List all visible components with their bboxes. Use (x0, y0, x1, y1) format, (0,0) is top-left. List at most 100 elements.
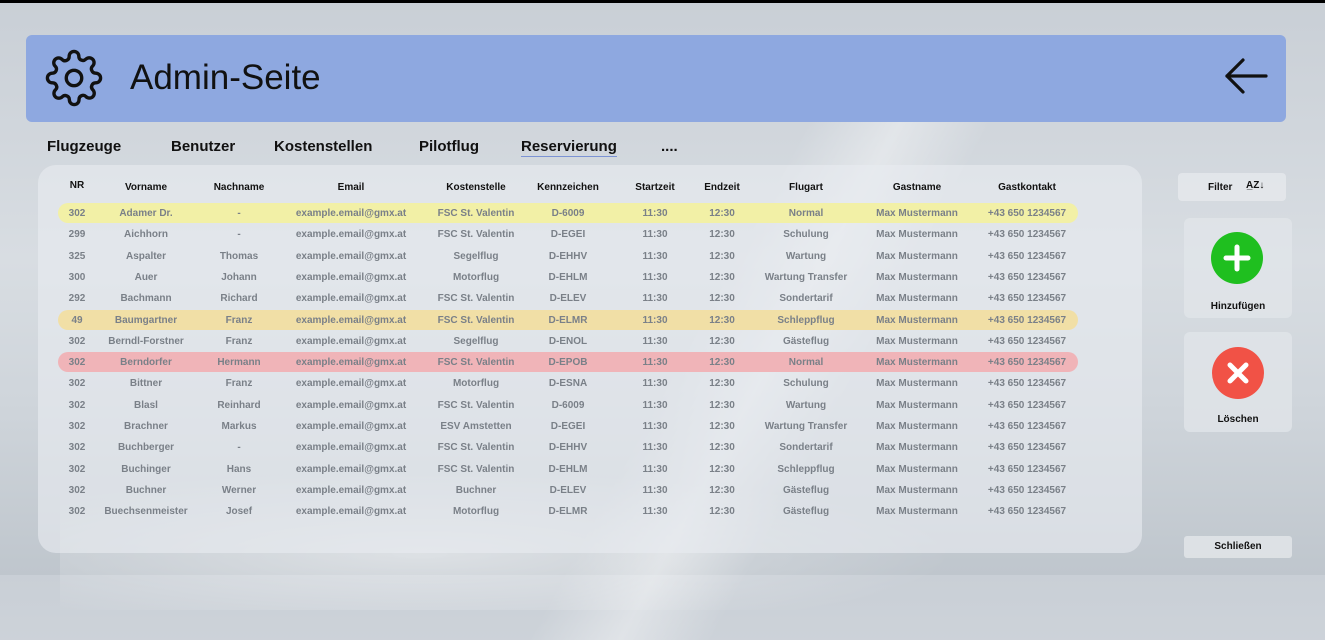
cell-startzeit: 11:30 (642, 506, 668, 518)
cell-gastname: Max Mustermann (876, 208, 958, 219)
cell-gastname: Max Mustermann (876, 442, 958, 454)
tab-flugzeuge[interactable]: Flugzeuge (47, 138, 121, 155)
column-header-kostenstelle[interactable]: Kostenstelle (446, 182, 505, 193)
column-header-startzeit[interactable]: Startzeit (635, 182, 674, 193)
cell-gastkontakt: +43 650 1234567 (987, 506, 1067, 518)
cell-vorname: Baumgartner (114, 314, 178, 326)
page-title: Admin-Seite (130, 58, 321, 97)
cell-nachname: Franz (225, 378, 253, 390)
tab-benutzer[interactable]: Benutzer (171, 138, 235, 155)
delete-button[interactable] (1212, 347, 1264, 399)
filter-label: Filter (1208, 182, 1233, 193)
cell-kostenstelle: FSC St. Valentin (437, 357, 515, 369)
column-header-email[interactable]: Email (338, 182, 365, 193)
cell-kennzeichen: D-6009 (551, 208, 585, 219)
cell-flugart: Gästeflug (782, 484, 830, 496)
cell-vorname: Adamer Dr. (119, 208, 173, 219)
cell-vorname: Buchberger (117, 442, 175, 454)
cell-gastname: Max Mustermann (876, 421, 958, 432)
cell-flugart: Wartung (785, 399, 827, 411)
cell-kennzeichen: D-ELMR (548, 314, 588, 326)
cell-kennzeichen: D-ELEV (549, 484, 587, 496)
cell-email: example.email@gmx.at (295, 484, 407, 496)
cell-startzeit: 11:30 (642, 421, 668, 432)
cell-endzeit: 12:30 (709, 421, 735, 432)
cell-endzeit: 12:30 (709, 314, 735, 326)
column-header-gastname[interactable]: Gastname (893, 182, 941, 193)
tab-kostenstellen[interactable]: Kostenstellen (274, 138, 372, 155)
cell-vorname: Buchner (125, 484, 167, 496)
column-header-nachname[interactable]: Nachname (214, 182, 265, 193)
cell-vorname: Berndorfer (120, 357, 172, 369)
cell-email: example.email@gmx.at (295, 506, 407, 518)
column-header-nr[interactable]: NR (70, 180, 84, 191)
cell-nr: 299 (68, 229, 86, 241)
cell-nachname: Reinhard (217, 399, 261, 411)
column-header-kennzeichen[interactable]: Kennzeichen (537, 182, 599, 193)
cell-startzeit: 11:30 (642, 250, 668, 262)
cell-endzeit: 12:30 (709, 506, 735, 518)
column-header-vorname[interactable]: Vorname (125, 182, 167, 193)
cell-startzeit: 11:30 (642, 463, 668, 475)
cell-kostenstelle: FSC St. Valentin (437, 293, 515, 305)
cell-vorname: Blasl (134, 399, 158, 411)
cell-nachname: - (237, 208, 241, 219)
cell-nachname: Franz (225, 314, 253, 326)
cell-startzeit: 11:30 (642, 378, 668, 390)
cell-startzeit: 11:30 (642, 293, 668, 305)
cell-startzeit: 11:30 (642, 484, 668, 496)
back-arrow-icon[interactable] (1222, 55, 1270, 97)
cell-startzeit: 11:30 (642, 357, 668, 369)
cell-nr: 302 (68, 463, 86, 475)
cell-kennzeichen: D-ESNA (548, 378, 588, 390)
tab-reservierung[interactable]: Reservierung (521, 138, 617, 157)
tab-pilotflug[interactable]: Pilotflug (419, 138, 479, 155)
column-header-flugart[interactable]: Flugart (789, 182, 823, 193)
plus-icon (1223, 244, 1251, 272)
cell-kostenstelle: Buchner (455, 484, 497, 496)
cell-gastkontakt: +43 650 1234567 (987, 378, 1067, 390)
column-header-gastkontakt[interactable]: Gastkontakt (998, 182, 1056, 193)
column-header-endzeit[interactable]: Endzeit (704, 182, 740, 193)
cell-gastname: Max Mustermann (876, 399, 958, 411)
cell-kennzeichen: D-6009 (551, 399, 585, 411)
cell-gastkontakt: +43 650 1234567 (987, 421, 1067, 432)
cell-gastname: Max Mustermann (876, 250, 958, 262)
settings-gear-icon[interactable] (45, 49, 103, 107)
cell-nachname: - (237, 442, 241, 454)
cell-vorname: Aichhorn (124, 229, 168, 241)
cell-kennzeichen: D-EGEI (550, 229, 586, 241)
cell-email: example.email@gmx.at (295, 357, 407, 369)
cell-email: example.email@gmx.at (295, 208, 407, 219)
cell-startzeit: 11:30 (642, 271, 668, 283)
cell-kostenstelle: FSC St. Valentin (437, 314, 515, 326)
sort-az-icon[interactable]: A̲Z↓ (1246, 180, 1264, 191)
cell-vorname: Berndl-Forstner (108, 335, 184, 347)
cell-nachname: Franz (225, 335, 253, 347)
cell-gastkontakt: +43 650 1234567 (987, 271, 1067, 283)
cell-gastname: Max Mustermann (876, 314, 958, 326)
cell-email: example.email@gmx.at (295, 378, 407, 390)
add-button[interactable] (1211, 232, 1263, 284)
cell-endzeit: 12:30 (709, 293, 735, 305)
cell-kennzeichen: D-ELMR (548, 506, 588, 518)
cell-startzeit: 11:30 (642, 208, 668, 219)
cell-nachname: Werner (221, 484, 257, 496)
cell-nachname: Thomas (219, 250, 259, 262)
cell-nr: 302 (68, 399, 86, 411)
cell-gastkontakt: +43 650 1234567 (987, 335, 1067, 347)
cell-flugart: Schulung (783, 378, 829, 390)
delete-label: Löschen (1217, 414, 1259, 425)
tab-more[interactable]: .... (661, 138, 678, 155)
cell-startzeit: 11:30 (642, 399, 668, 411)
cell-flugart: Wartung Transfer (764, 271, 848, 283)
cell-gastname: Max Mustermann (876, 229, 958, 241)
cell-flugart: Schulung (783, 229, 829, 241)
cell-flugart: Sondertarif (779, 442, 833, 454)
cell-email: example.email@gmx.at (295, 463, 407, 475)
cell-gastkontakt: +43 650 1234567 (987, 250, 1067, 262)
add-label: Hinzufügen (1210, 301, 1266, 312)
cell-email: example.email@gmx.at (295, 293, 407, 305)
cell-nr: 325 (68, 250, 86, 262)
cell-nachname: - (237, 229, 241, 241)
